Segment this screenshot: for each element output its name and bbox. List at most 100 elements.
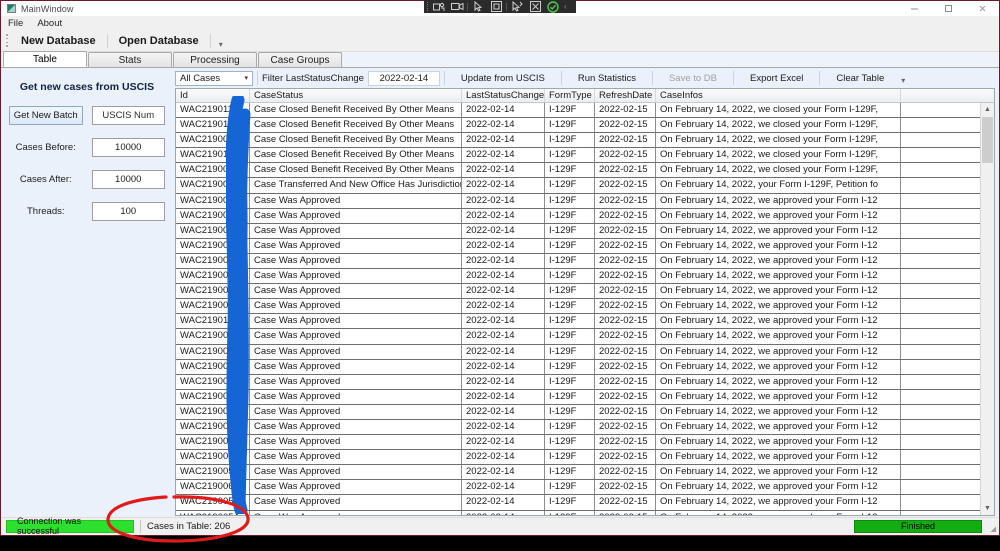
cases-count-label: Cases in Table: 206 — [147, 520, 231, 532]
menu-item-file[interactable]: File — [8, 18, 23, 29]
cell-caseinfos: On February 14, 2022, we approved your F… — [656, 495, 901, 510]
case-filter-value: All Cases — [180, 72, 221, 84]
column-header-refreshdate[interactable]: RefreshDate — [595, 89, 656, 102]
cell-caseinfos: On February 14, 2022, we approved your F… — [656, 435, 901, 450]
tab-case-groups[interactable]: Case Groups — [258, 52, 342, 67]
tab-processing[interactable]: Processing — [173, 52, 257, 67]
overlay-grip-icon[interactable] — [427, 2, 428, 11]
region-select-icon[interactable] — [488, 1, 504, 12]
tab-stats[interactable]: Stats — [88, 52, 172, 67]
table-row[interactable]: WAC2190054Case Was Approved2022-02-14I-1… — [176, 510, 994, 515]
close-icon[interactable] — [965, 1, 999, 16]
column-header-casestatus[interactable]: CaseStatus — [250, 89, 462, 102]
toolbar-divider — [257, 71, 258, 85]
clear-table-button[interactable]: Clear Table — [824, 73, 896, 84]
filter-date-input[interactable]: 2022-02-14 — [367, 70, 440, 86]
table-row[interactable]: WAC2190066 Case Was Approved 2022-02-14 I-1… — [176, 435, 994, 451]
cases-after-input[interactable]: 10000 — [91, 170, 165, 189]
table-row[interactable]: WAC2190094 Case Closed Benefit Received B… — [176, 133, 994, 149]
table-row[interactable]: WAC2190064 Case Was Approved 2022-02-14 I-1… — [176, 404, 994, 420]
table-row[interactable]: WAC2190063 Case Was Approved 2022-02-14 I-1… — [176, 359, 994, 375]
table-row[interactable]: WAC2190065 Case Was Approved 2022-02-14 I-1… — [176, 389, 994, 405]
main-content: Get new cases from USCIS Get New Batch U… — [1, 68, 999, 516]
cell-casestatus: Case Was Approved — [250, 389, 462, 404]
table-row[interactable]: WAC2190067 Case Was Approved 2022-02-14 I-1… — [176, 419, 994, 436]
window-title: MainWindow — [21, 3, 74, 14]
cell-casestatus: Case Was Approved — [250, 510, 462, 515]
threads-label: Threads: — [27, 206, 65, 217]
table-row[interactable]: WAC2190064 Case Was Approved 2022-02-14 I-1… — [176, 238, 994, 254]
maximize-icon[interactable] — [931, 1, 965, 16]
table-row[interactable]: WAC2190065 Case Transferred And New Offic… — [176, 178, 994, 194]
table-row[interactable]: WAC2190055 Case Was Approved 2022-02-14 I-1… — [176, 495, 994, 511]
datagrid-header: Id CaseStatus LastStatusChange FormType … — [176, 89, 994, 103]
table-row[interactable]: WAC2190060 Case Was Approved 2022-02-14 I-1… — [176, 269, 994, 285]
scrollbar-thumb[interactable] — [982, 117, 993, 163]
menu-item-about[interactable]: About — [37, 18, 62, 29]
chevron-down-icon[interactable]: ▼ — [981, 502, 994, 515]
export-excel-button[interactable]: Export Excel — [738, 73, 815, 84]
cell-laststatuschange: 2022-02-14 — [462, 419, 545, 435]
table-row[interactable]: WAC2190068 Case Was Approved 2022-02-14 I-1… — [176, 480, 994, 496]
toolbar-grip-icon[interactable] — [5, 33, 9, 48]
menu-bar: File About — [1, 16, 999, 30]
video-record-icon[interactable] — [449, 1, 465, 12]
application-window: MainWindow File About New Database Open … — [0, 0, 1000, 536]
run-statistics-button[interactable]: Run Statistics — [566, 73, 648, 84]
cell-laststatuschange: 2022-02-14 — [462, 510, 545, 515]
toolbar-divider — [443, 71, 445, 85]
overflow-icon[interactable]: ▾ — [896, 76, 910, 85]
threads-input[interactable]: 100 — [91, 202, 165, 221]
new-database-button[interactable]: New Database — [12, 33, 105, 49]
overflow-icon[interactable]: ▾ — [213, 40, 229, 49]
table-row[interactable]: WAC2190111 Case Closed Benefit Received B… — [176, 118, 994, 134]
table-row[interactable]: WAC2190064 Case Was Approved 2022-02-14 I-1… — [176, 253, 994, 270]
vertical-scrollbar[interactable]: ▲ ▼ — [980, 103, 994, 515]
table-row[interactable]: WAC2190056 Case Was Approved 2022-02-14 I-1… — [176, 299, 994, 315]
collapse-chevron-icon[interactable]: ‹ — [564, 2, 567, 11]
cursor-select-icon[interactable] — [470, 1, 486, 12]
uscis-num-input[interactable]: USCIS Num — [91, 106, 165, 125]
minimize-icon[interactable] — [897, 1, 931, 16]
column-header-id[interactable]: Id — [176, 89, 250, 102]
open-database-button[interactable]: Open Database — [110, 33, 208, 49]
table-row[interactable]: WAC2190065 Case Was Approved 2022-02-14 I-1… — [176, 329, 994, 345]
cell-laststatuschange: 2022-02-14 — [462, 238, 545, 253]
cell-refreshdate: 2022-02-15 — [595, 163, 656, 178]
settings-grid-icon[interactable] — [527, 1, 543, 12]
cell-caseinfos: On February 14, 2022, we approved your F… — [656, 208, 901, 223]
table-row[interactable]: WAC2190068 Case Was Approved 2022-02-14 I-1… — [176, 223, 994, 239]
table-row[interactable]: WAC2190049 Case Was Approved 2022-02-14 I-1… — [176, 344, 994, 360]
get-new-batch-button[interactable]: Get New Batch — [9, 106, 83, 125]
resize-grip-icon[interactable]: ◢ — [991, 525, 996, 533]
table-row[interactable]: WAC2190066 Case Was Approved 2022-02-14 I-1… — [176, 193, 994, 209]
table-row[interactable]: WAC2190067 Case Was Approved 2022-02-14 I-1… — [176, 208, 994, 224]
toolbar-divider — [819, 71, 821, 85]
table-row[interactable]: WAC2190053 Case Was Approved 2022-02-14 I-1… — [176, 465, 994, 481]
pointer-trail-icon[interactable] — [509, 1, 525, 12]
cell-caseinfos: On February 14, 2022, we closed your For… — [656, 118, 901, 133]
table-row[interactable]: WAC219006 Case Was Approved 2022-02-14 I-12… — [176, 374, 994, 390]
cell-formtype: I-129F — [545, 193, 595, 208]
tab-table[interactable]: Table — [3, 51, 87, 67]
cases-before-input[interactable]: 10000 — [91, 138, 165, 157]
table-row[interactable]: WAC2190096 Case Closed Benefit Received B… — [176, 163, 994, 179]
table-row[interactable]: WAC2190064 Case Was Approved 2022-02-14 I-1… — [176, 284, 994, 300]
screen-capture-icon[interactable] — [431, 1, 447, 12]
chevron-up-icon[interactable]: ▲ — [981, 103, 994, 116]
cell-casestatus: Case Was Approved — [250, 480, 462, 495]
cell-id: WAC2190111 — [176, 118, 250, 133]
table-row[interactable]: WAC2190104 Case Closed Benefit Received B… — [176, 148, 994, 164]
check-confirm-icon[interactable] — [545, 0, 561, 13]
table-row[interactable]: WAC2190119 Case Was Approved 2022-02-14 I-1… — [176, 314, 994, 330]
threads-row: Threads: 100 — [1, 202, 173, 221]
column-header-caseinfos[interactable]: CaseInfos — [656, 89, 901, 102]
case-filter-select[interactable]: All Cases ▾ — [175, 70, 253, 86]
column-header-laststatuschange[interactable]: LastStatusChange — [462, 89, 545, 102]
update-from-uscis-button[interactable]: Update from USCIS — [449, 73, 557, 84]
table-row[interactable]: WAC2190113 Case Closed Benefit Received B… — [176, 103, 994, 119]
cell-refreshdate: 2022-02-15 — [595, 389, 656, 404]
cell-id: WAC2190065 — [176, 178, 250, 193]
column-header-formtype[interactable]: FormType — [545, 89, 595, 102]
table-row[interactable]: WAC2190058 Case Was Approved 2022-02-14 I-1… — [176, 450, 994, 466]
